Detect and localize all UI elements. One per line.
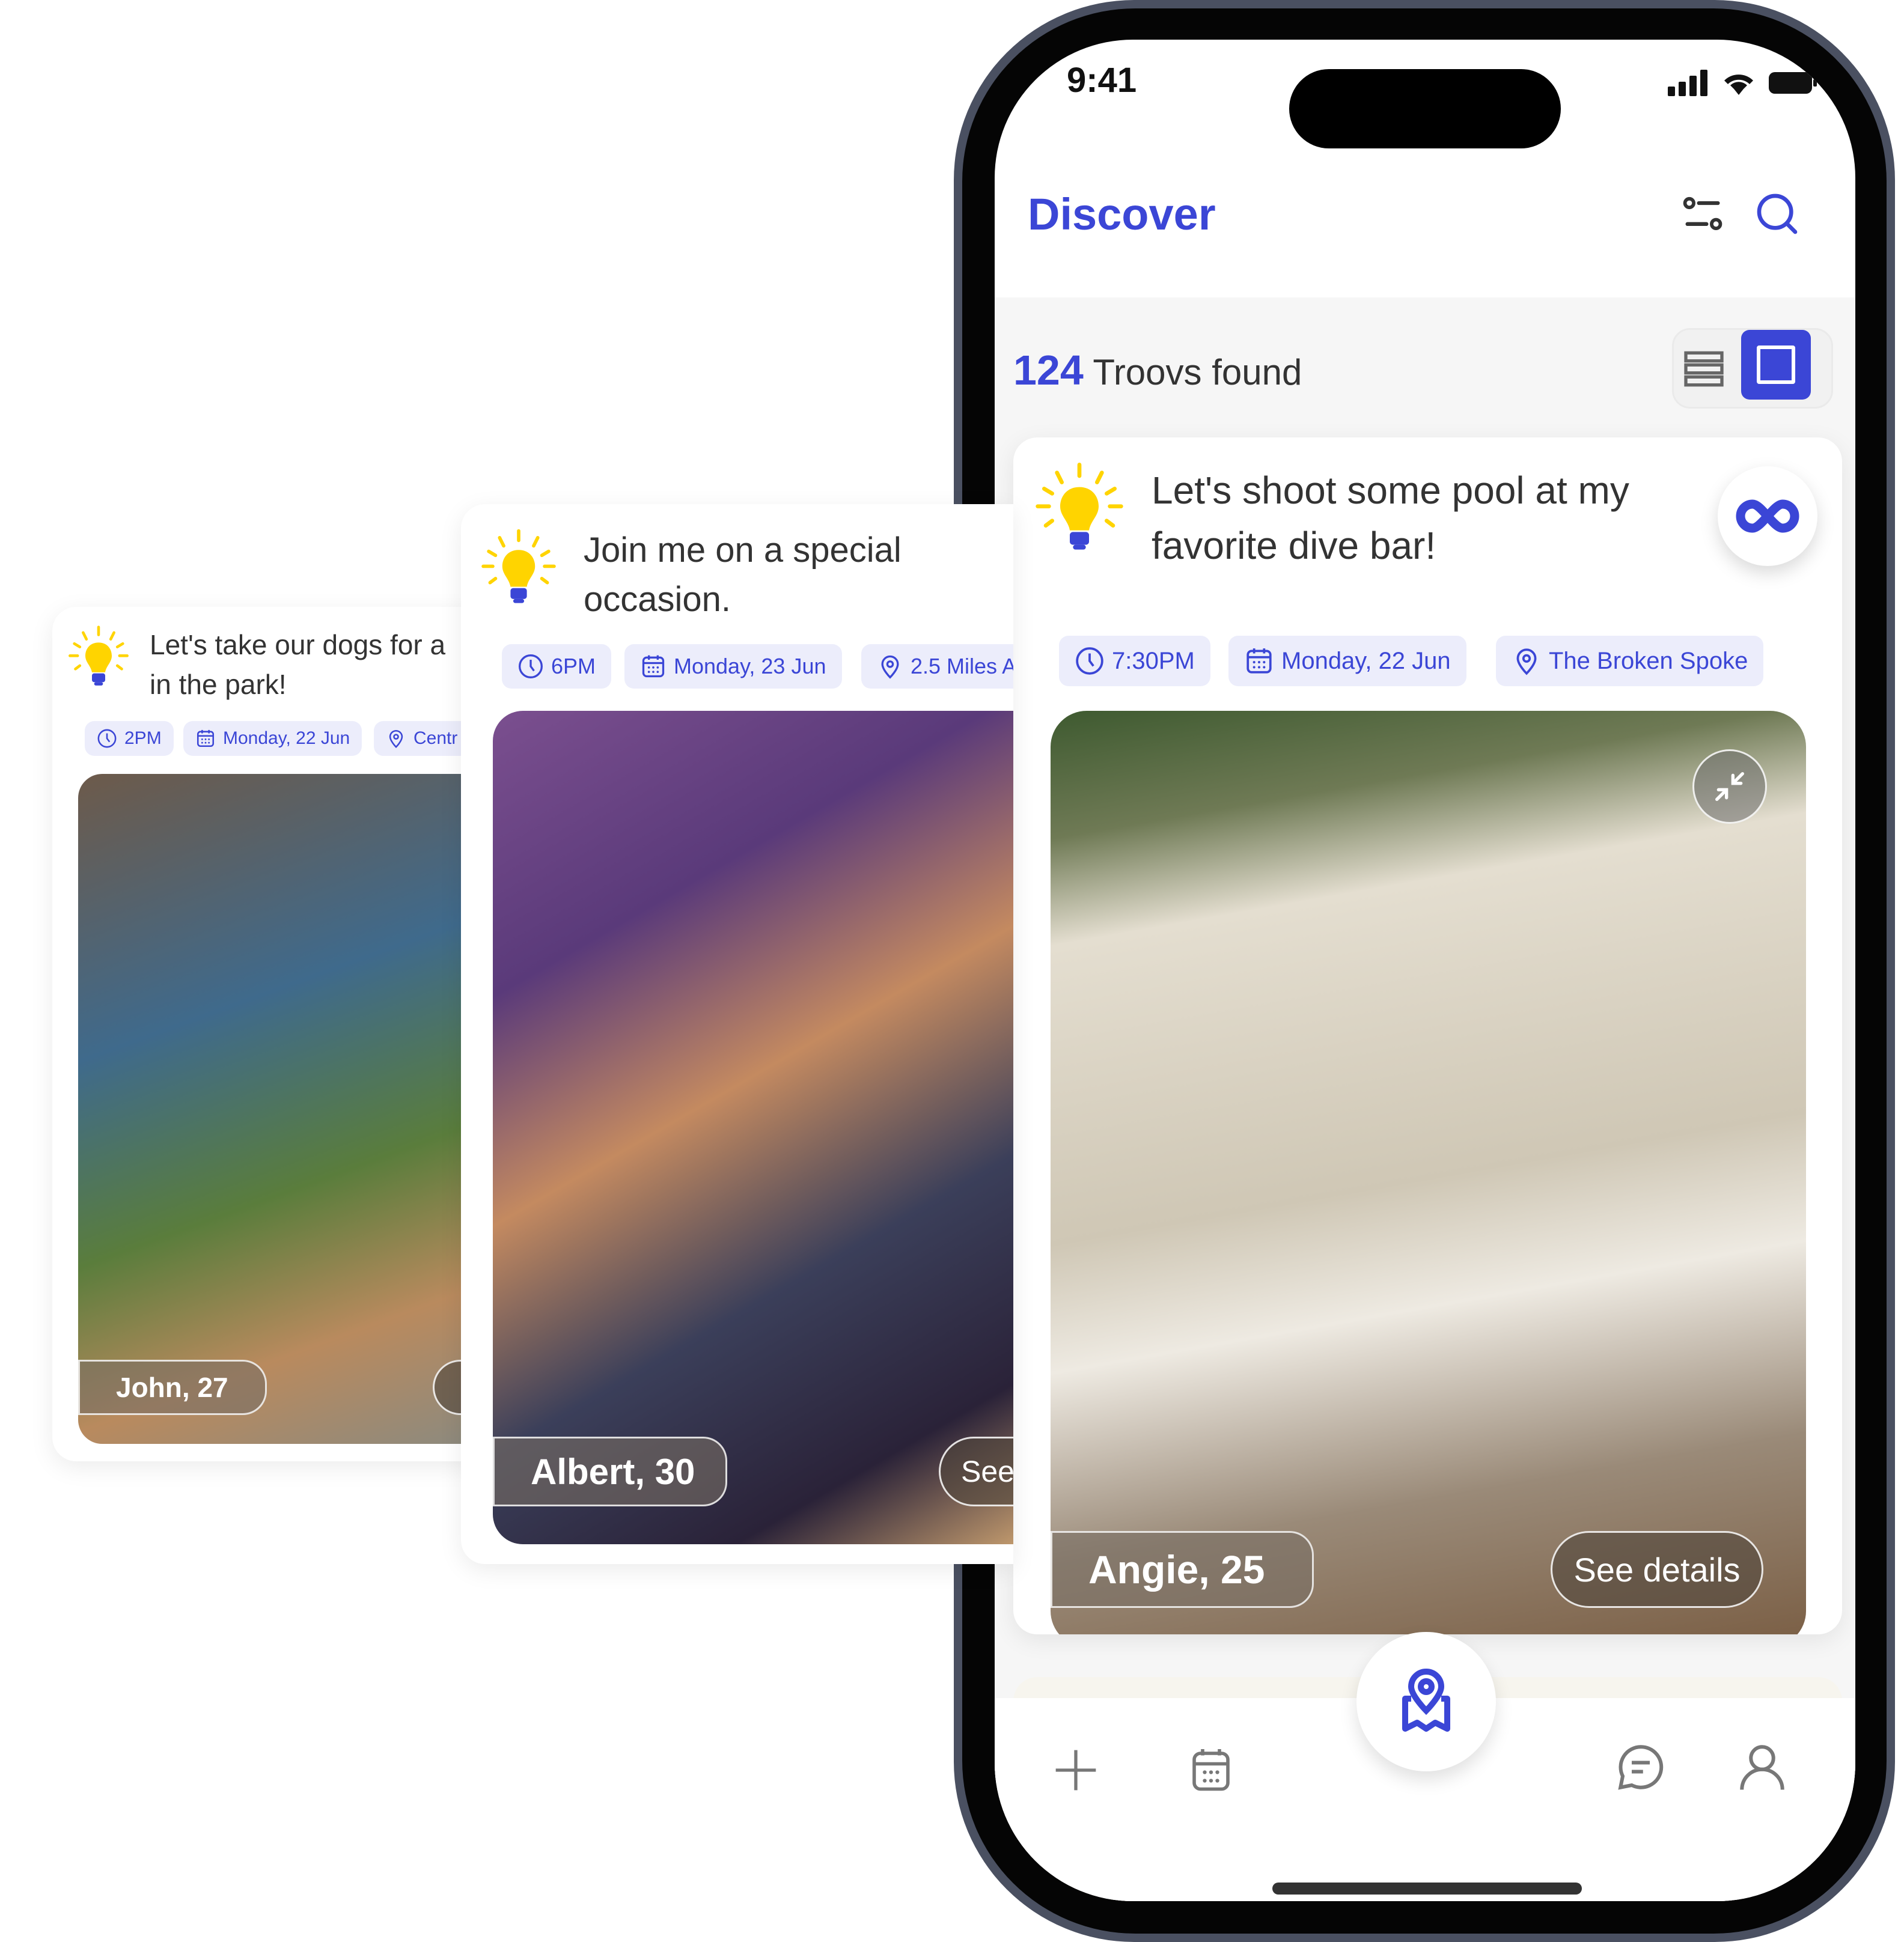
- location-pin-icon: [1512, 646, 1542, 676]
- list-view-icon[interactable]: [1680, 345, 1728, 393]
- calendar-icon: [1244, 646, 1274, 676]
- chat-icon[interactable]: [1614, 1740, 1668, 1794]
- discover-map-button[interactable]: [1356, 1632, 1496, 1771]
- search-icon[interactable]: [1753, 190, 1801, 238]
- location-chip: The Broken Spoke: [1496, 636, 1764, 686]
- card-view-button[interactable]: [1741, 330, 1811, 400]
- location-chip: Centr: [374, 721, 470, 756]
- clock-icon: [97, 728, 117, 749]
- sliders-icon[interactable]: [1680, 192, 1726, 237]
- phone-screen: 9:41 Discover 124 Troovs found Let's sho…: [995, 40, 1855, 1901]
- lightbulb-icon: [1031, 461, 1127, 558]
- status-time: 9:41: [1067, 61, 1137, 100]
- clock-icon: [517, 653, 544, 680]
- location-pin-icon: [877, 653, 903, 680]
- status-icons: [1668, 70, 1818, 96]
- card-title: Let's shoot some pool at my favorite dive…: [1152, 469, 1629, 567]
- name-label: John, 27: [78, 1360, 267, 1415]
- dynamic-island: [1289, 69, 1561, 148]
- battery-icon: [1769, 72, 1817, 94]
- page-title: Discover: [1028, 189, 1216, 239]
- infinity-icon: [1736, 499, 1799, 533]
- add-icon[interactable]: [1052, 1746, 1100, 1794]
- results-count: 124 Troovs found: [1013, 347, 1302, 394]
- signal-icon: [1668, 70, 1707, 96]
- profile-photo: Albert, 30 See: [493, 711, 1013, 1544]
- location-pin-icon: [386, 728, 406, 749]
- lightbulb-icon: [478, 528, 560, 610]
- card-view-icon: [1757, 345, 1795, 384]
- collapse-button[interactable]: [1692, 749, 1767, 824]
- date-chip: Monday, 22 Jun: [183, 721, 362, 756]
- wifi-icon: [1724, 75, 1753, 95]
- see-details-button[interactable]: See: [939, 1437, 1013, 1506]
- card-title: Let's take our dogs for a in the park!: [150, 629, 446, 700]
- calendar-icon: [640, 653, 667, 680]
- time-chip: 2PM: [85, 721, 174, 756]
- view-toggle: [1672, 328, 1833, 409]
- date-chip: Monday, 22 Jun: [1228, 636, 1466, 686]
- calendar-icon: [195, 728, 216, 749]
- troov-card-angie[interactable]: Let's shoot some pool at my favorite dive…: [1013, 437, 1842, 1634]
- discover-map-icon: [1402, 1668, 1450, 1732]
- time-chip: 7:30PM: [1059, 636, 1210, 686]
- profile-photo: Angie, 25 See details: [1051, 711, 1806, 1634]
- see-details-button[interactable]: See details: [1551, 1531, 1763, 1608]
- home-indicator: [1272, 1883, 1582, 1895]
- calendar-icon[interactable]: [1186, 1745, 1236, 1795]
- profile-icon[interactable]: [1735, 1740, 1789, 1794]
- clock-icon: [1075, 646, 1105, 676]
- infinity-button[interactable]: [1718, 466, 1817, 566]
- profile-photo: John, 27 S: [78, 774, 485, 1444]
- time-chip: 6PM: [502, 644, 612, 689]
- name-label: Angie, 25: [1051, 1531, 1314, 1608]
- name-label: Albert, 30: [493, 1437, 727, 1506]
- lightbulb-icon: [66, 625, 132, 691]
- troov-card-john[interactable]: Let's take our dogs for a in the park! 2P…: [52, 607, 485, 1461]
- location-chip: 2.5 Miles A: [861, 644, 1013, 689]
- troov-card-albert[interactable]: Join me on a special occasion. 6PM Monday…: [461, 504, 1013, 1564]
- collapse-icon: [1715, 772, 1744, 801]
- date-chip: Monday, 23 Jun: [624, 644, 842, 689]
- card-title: Join me on a special occasion.: [584, 531, 902, 619]
